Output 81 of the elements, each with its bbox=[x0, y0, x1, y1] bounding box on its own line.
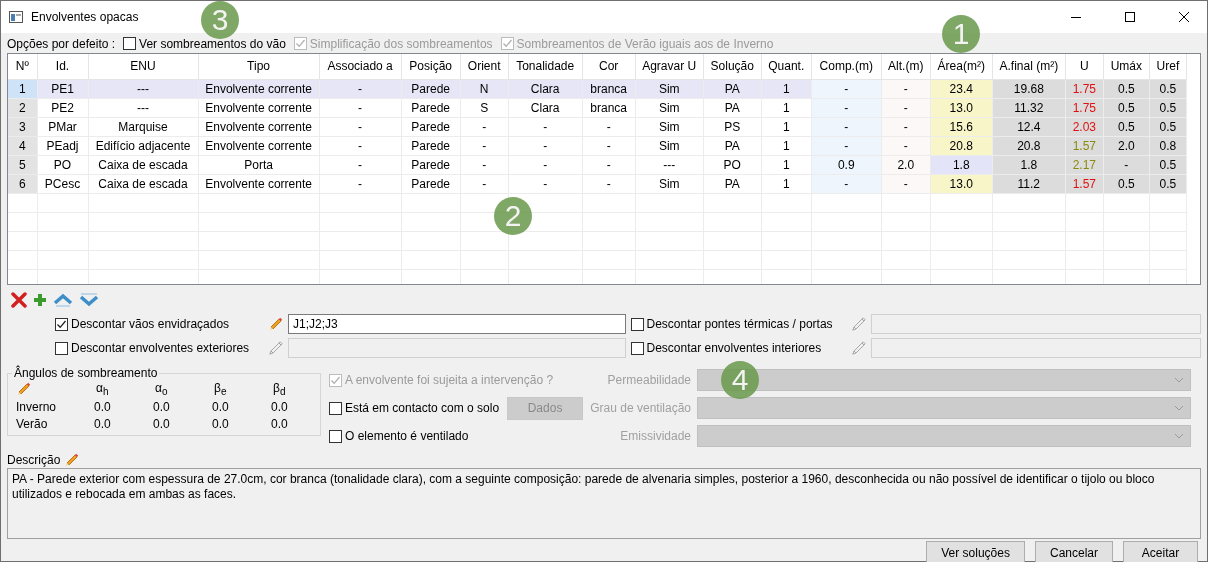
column-header[interactable]: ENU bbox=[88, 54, 199, 79]
column-header[interactable]: Posição bbox=[401, 54, 461, 79]
column-header[interactable]: A.final (m²) bbox=[992, 54, 1066, 79]
group-title: Ângulos de sombreamento bbox=[13, 366, 159, 380]
add-icon[interactable] bbox=[33, 293, 47, 307]
description-field[interactable]: PA - Parede exterior com espessura de 27.0cm, cor branca (tonalidade clara), com a seguinte composição: parede de alvenaria simples, posterior a 1960, desconhecida ou não possível de identificar o tijolo ou bloco utilizados e rebocada em ambas as faces. bbox=[7, 468, 1201, 539]
pencil-icon bbox=[850, 316, 867, 332]
checkbox[interactable] bbox=[123, 37, 137, 50]
checkbox[interactable] bbox=[329, 401, 342, 415]
row-label: Inverno bbox=[16, 400, 58, 415]
angle-value: 0.0 bbox=[93, 417, 112, 431]
text-field[interactable] bbox=[288, 338, 626, 358]
chevron-down-icon bbox=[1174, 433, 1184, 439]
angle-value: 0.0 bbox=[270, 417, 289, 431]
column-header[interactable]: Associado a bbox=[319, 54, 402, 79]
angle-header: β$_{e}$ bbox=[213, 380, 228, 398]
column-header[interactable]: Nº bbox=[8, 54, 37, 79]
pencil-icon bbox=[850, 340, 867, 356]
checkbox-label: A envolvente foi sujeita a intervenção ? bbox=[345, 373, 554, 387]
row-label: Verão bbox=[16, 417, 49, 431]
angle-header: α$_{o}$ bbox=[154, 380, 169, 398]
move-down-icon[interactable] bbox=[79, 293, 99, 307]
checkbox[interactable] bbox=[55, 341, 68, 355]
checkbox-label: Descontar envolventes exteriores bbox=[71, 341, 250, 355]
select-label: Permeabilidade bbox=[606, 373, 692, 387]
checkbox[interactable] bbox=[630, 341, 644, 355]
dialog-button[interactable]: Ver soluções bbox=[926, 541, 1025, 562]
column-header[interactable]: Área(m²) bbox=[930, 54, 993, 79]
checkbox-label: Descontar envolventes interiores bbox=[646, 341, 822, 355]
column-header[interactable]: Tipo bbox=[198, 54, 320, 79]
column-header[interactable]: Uref bbox=[1149, 54, 1187, 79]
callout-badge: 4 bbox=[721, 361, 759, 399]
angle-value: 0.0 bbox=[211, 400, 230, 415]
angle-value: 0.0 bbox=[152, 400, 171, 415]
column-header[interactable]: Agravar U bbox=[635, 54, 704, 79]
select-label: Grau de ventilação bbox=[589, 401, 692, 415]
callout-badge: 1 bbox=[942, 15, 980, 53]
delete-icon[interactable] bbox=[11, 292, 27, 308]
column-header[interactable]: Umáx bbox=[1103, 54, 1150, 79]
options-label: Opções por defeito : bbox=[7, 36, 116, 51]
text-field[interactable] bbox=[870, 314, 1201, 334]
checkbox-label: Ver sombreamentos do vão bbox=[139, 36, 286, 51]
pencil-icon[interactable] bbox=[16, 381, 32, 398]
checkbox-label: Está em contacto com o solo bbox=[345, 401, 500, 415]
angle-value: 0.0 bbox=[211, 417, 230, 431]
text-field[interactable]: J1;J2;J3 bbox=[288, 314, 626, 334]
column-header[interactable]: Id. bbox=[37, 54, 88, 79]
checkbox-label: Simplificação dos sombreamentos bbox=[309, 36, 493, 51]
checkbox[interactable] bbox=[630, 317, 644, 331]
chevron-down-icon bbox=[1174, 405, 1184, 411]
dialog-button[interactable]: Cancelar bbox=[1034, 541, 1113, 562]
pencil-icon bbox=[268, 340, 284, 356]
angle-header: α$_{h}$ bbox=[95, 380, 110, 398]
checkbox-label: O elemento é ventilado bbox=[345, 429, 469, 443]
checkbox-label: Descontar vãos envidraçados bbox=[71, 317, 230, 331]
column-header[interactable]: U bbox=[1065, 54, 1104, 79]
column-header[interactable]: Orient bbox=[460, 54, 509, 79]
checkbox-label: Descontar pontes térmicas / portas bbox=[646, 317, 833, 331]
column-header[interactable]: Cor bbox=[582, 54, 636, 79]
description-label: Descrição bbox=[7, 453, 61, 467]
chevron-down-icon bbox=[1174, 377, 1184, 383]
pencil-icon[interactable] bbox=[64, 452, 81, 468]
column-header[interactable]: Comp.(m) bbox=[811, 54, 882, 79]
move-up-icon[interactable] bbox=[53, 293, 73, 307]
checkbox[interactable] bbox=[329, 429, 342, 443]
column-header[interactable]: Quant. bbox=[761, 54, 812, 79]
checkbox[interactable] bbox=[55, 317, 68, 331]
angle-value: 0.0 bbox=[152, 417, 171, 431]
angle-value: 0.0 bbox=[93, 400, 112, 415]
text-field[interactable] bbox=[870, 338, 1201, 358]
column-header[interactable]: Alt.(m) bbox=[881, 54, 931, 79]
window-title: Envolventes opacas bbox=[31, 10, 139, 24]
window-icon bbox=[9, 11, 23, 23]
pencil-icon[interactable] bbox=[268, 316, 284, 332]
angle-header: β$_{d}$ bbox=[272, 380, 287, 398]
select-label: Emissividade bbox=[619, 429, 692, 443]
column-header[interactable]: Tonalidade bbox=[508, 54, 583, 79]
checkbox-label: Sombreamentos de Verão iguais aos de Inverno bbox=[516, 36, 774, 51]
dialog-button[interactable]: Aceitar bbox=[1123, 541, 1198, 562]
column-header[interactable]: Solução bbox=[703, 54, 762, 79]
angle-value: 0.0 bbox=[270, 400, 289, 415]
